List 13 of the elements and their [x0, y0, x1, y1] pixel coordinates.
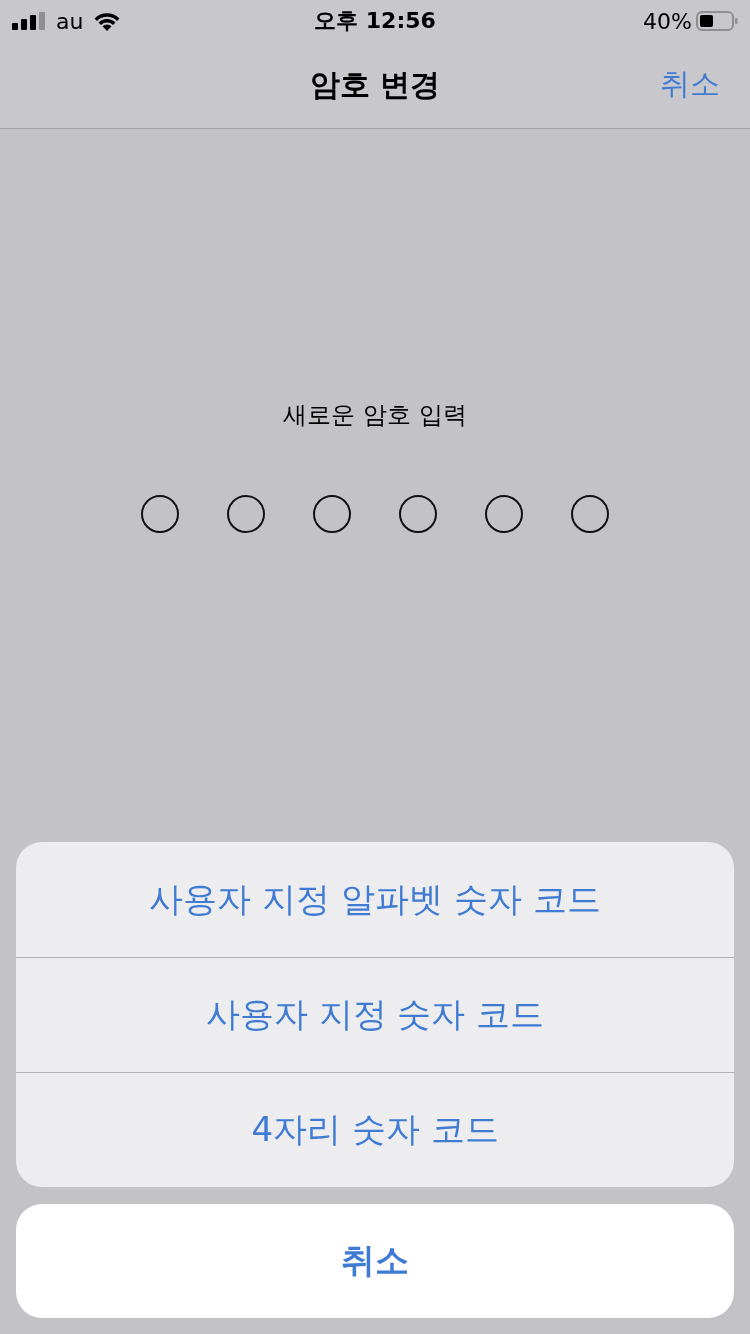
screen-title: 암호 변경	[309, 65, 441, 104]
sheet-cancel-button[interactable]: 취소	[16, 1204, 734, 1318]
signal-icon	[12, 12, 46, 30]
passcode-option[interactable]: 사용자 지정 숫자 코드	[16, 957, 734, 1072]
passcode-option[interactable]: 4자리 숫자 코드	[16, 1072, 734, 1187]
clock-time: 오후 12:56	[314, 8, 436, 33]
wifi-icon	[93, 11, 122, 31]
passcode-prompt: 새로운 암호 입력	[283, 400, 467, 431]
battery-icon	[696, 11, 738, 31]
battery-percent: 40%	[643, 8, 692, 34]
carrier-name: au	[56, 8, 84, 34]
passcode-option[interactable]: 사용자 지정 알파벳 숫자 코드	[16, 842, 734, 957]
cancel-button[interactable]: 취소	[660, 64, 720, 105]
